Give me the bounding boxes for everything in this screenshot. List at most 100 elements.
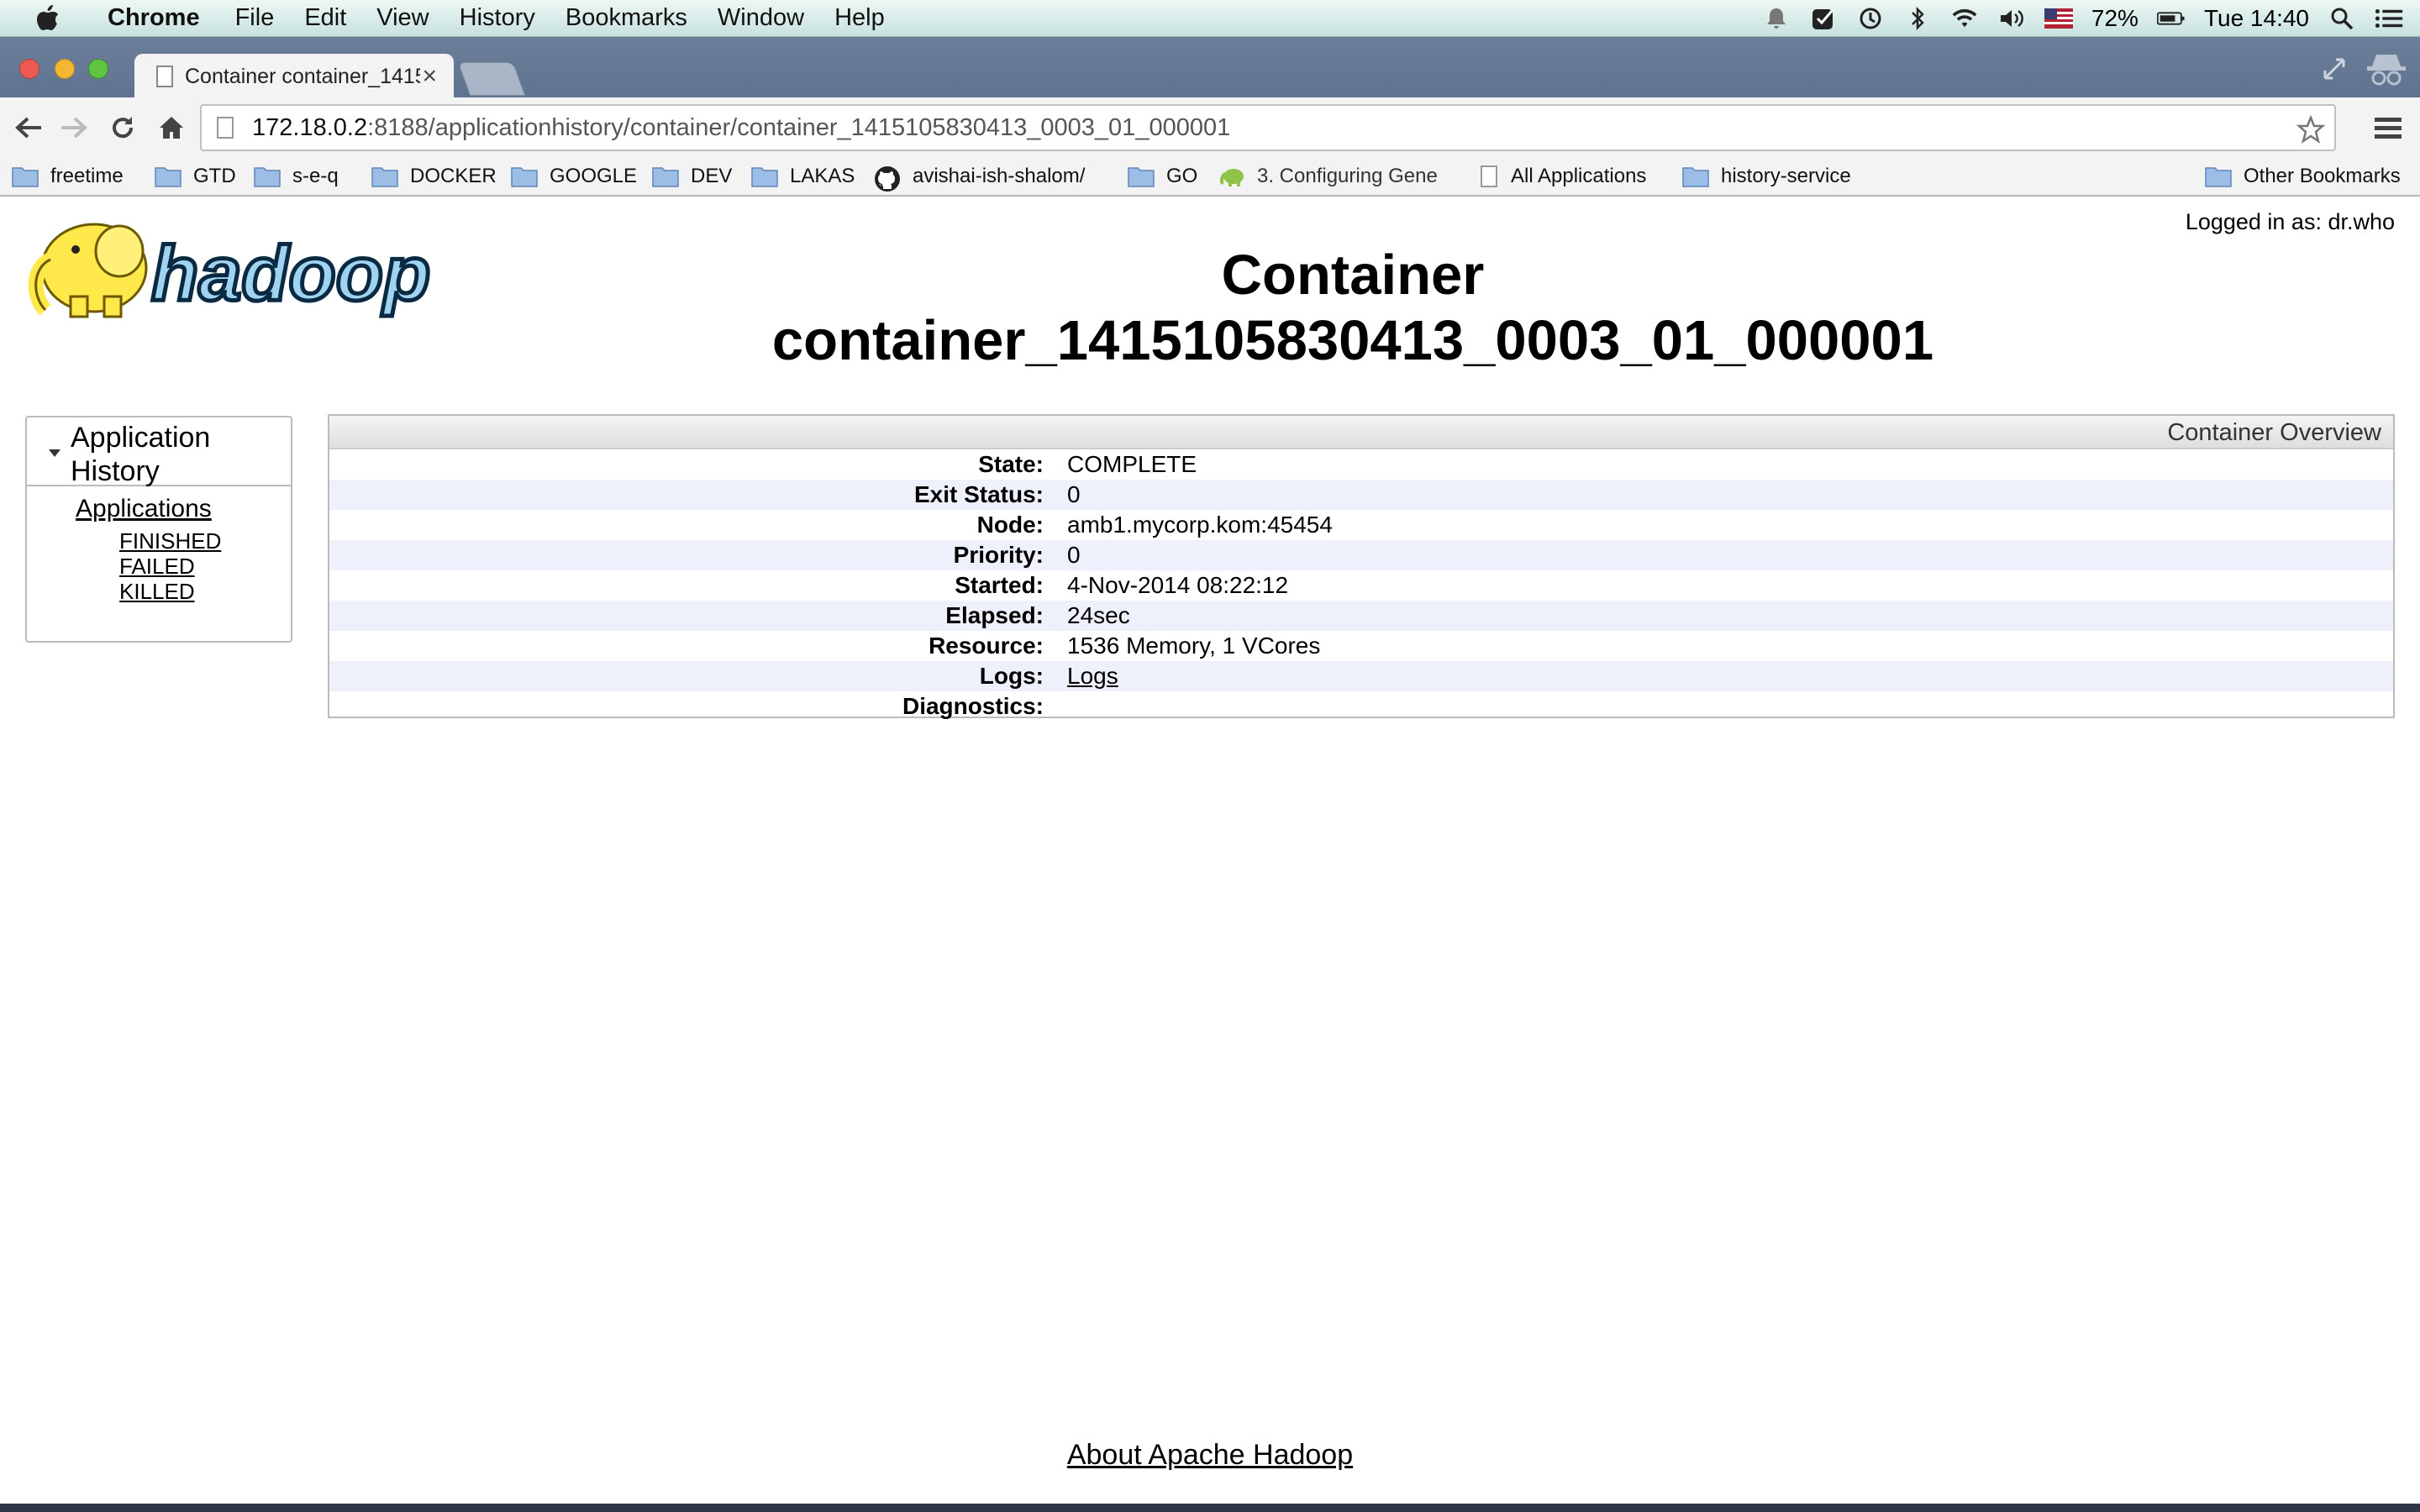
- folder-icon: [254, 165, 281, 187]
- spotlight-search-icon[interactable]: [2328, 4, 2356, 33]
- back-arrow-icon[interactable]: [10, 109, 47, 146]
- window-bottom-edge: [0, 1504, 2420, 1512]
- bookmark-avishai[interactable]: avishai-ish-shalom/: [874, 161, 1085, 192]
- overview-row-exit-status: Exit Status: 0: [329, 480, 2393, 510]
- overview-row-logs: Logs: Logs: [329, 661, 2393, 691]
- wifi-icon[interactable]: [1950, 4, 1979, 33]
- incognito-icon: [2361, 47, 2412, 94]
- bookmark-lakas[interactable]: LAKAS: [751, 161, 855, 192]
- logo-text: hadoop: [151, 231, 430, 317]
- sidebar-link-finished[interactable]: FINISHED: [119, 528, 221, 554]
- page-favicon-icon: [156, 66, 173, 87]
- row-value: amb1.mycorp.kom:45454: [1067, 512, 1333, 538]
- bookmark-google[interactable]: GOOGLE: [511, 161, 637, 192]
- page-title-line1: Container: [1221, 244, 1485, 307]
- browser-toolbar: 172.18.0.2:8188/applicationhistory/conta…: [0, 97, 2420, 158]
- menu-view[interactable]: View: [361, 4, 444, 32]
- tab-close-icon[interactable]: ×: [422, 62, 437, 91]
- notification-center-icon[interactable]: [2375, 4, 2403, 33]
- overview-row-priority: Priority: 0: [329, 540, 2393, 570]
- row-value: COMPLETE: [1067, 451, 1197, 477]
- notification-bell-icon[interactable]: [1762, 4, 1791, 33]
- bookmark-label: DEV: [691, 165, 733, 187]
- new-tab-button[interactable]: [457, 62, 526, 96]
- row-value: 24sec: [1067, 602, 1130, 628]
- hadoop-elephant-icon: [1218, 165, 1245, 187]
- bookmark-all-applications[interactable]: All Applications: [1481, 161, 1646, 192]
- folder-icon: [371, 165, 398, 187]
- sidebar-link-failed[interactable]: FAILED: [119, 554, 195, 580]
- overview-row-started: Started: 4-Nov-2014 08:22:12: [329, 570, 2393, 601]
- bookmark-gtd[interactable]: GTD: [155, 161, 236, 192]
- bookmark-label: GTD: [193, 165, 236, 187]
- about-hadoop-link[interactable]: About Apache Hadoop: [1067, 1439, 1353, 1471]
- chrome-menu-icon[interactable]: [2370, 111, 2407, 144]
- page-icon: [217, 117, 234, 139]
- sidebar-header-label: Application History: [71, 422, 211, 487]
- folder-icon: [2205, 165, 2232, 187]
- url-host: 172.18.0.2: [252, 113, 368, 141]
- menu-history[interactable]: History: [445, 4, 550, 32]
- bookmark-s-e-q[interactable]: s-e-q: [254, 161, 339, 192]
- bookmark-label: freetime: [50, 165, 124, 187]
- menu-file[interactable]: File: [220, 4, 290, 32]
- hadoop-elephant-icon: [28, 223, 148, 318]
- row-key: Exit Status:: [913, 481, 1044, 507]
- menu-bookmarks[interactable]: Bookmarks: [550, 4, 702, 32]
- menu-edit[interactable]: Edit: [289, 4, 361, 32]
- bookmark-label: Other Bookmarks: [2244, 165, 2401, 187]
- apple-icon[interactable]: [32, 3, 64, 34]
- folder-icon: [155, 165, 182, 187]
- menu-window[interactable]: Window: [702, 4, 819, 32]
- overview-row-state: State: COMPLETE: [329, 449, 2393, 480]
- us-flag-icon[interactable]: [2044, 4, 2073, 33]
- sidebar-header[interactable]: Application History: [27, 417, 291, 487]
- container-overview-panel: Container Overview State: COMPLETE Exit S…: [328, 414, 2395, 719]
- bookmark-freetime[interactable]: freetime: [12, 161, 124, 192]
- browser-tab-active[interactable]: Container container_1415105830413_0003_0…: [134, 54, 454, 99]
- row-key: Priority:: [953, 542, 1044, 568]
- bookmark-other[interactable]: Other Bookmarks: [2205, 161, 2401, 192]
- window-minimize-button[interactable]: [55, 59, 75, 79]
- tab-title: Container container_1415105830413_0003_0…: [185, 64, 420, 88]
- home-icon[interactable]: [153, 109, 190, 146]
- url-path: :8188/applicationhistory/container/conta…: [367, 113, 1231, 141]
- bookmark-dev[interactable]: DEV: [652, 161, 732, 192]
- row-key: Started:: [955, 572, 1044, 598]
- battery-icon[interactable]: [2156, 4, 2186, 33]
- reload-icon[interactable]: [104, 109, 141, 146]
- sidebar-navigation: Application History Applications FINISHE…: [25, 416, 292, 643]
- forward-arrow-icon[interactable]: [55, 109, 92, 146]
- bluetooth-icon[interactable]: [1903, 4, 1932, 33]
- row-key: Resource:: [929, 633, 1044, 659]
- window-close-button[interactable]: [19, 59, 39, 79]
- logged-in-label: Logged in as: dr.who: [2185, 209, 2395, 234]
- time-machine-icon[interactable]: [1856, 4, 1885, 33]
- window-zoom-button[interactable]: [88, 59, 108, 79]
- bookmark-go[interactable]: GO: [1128, 161, 1197, 192]
- address-bar[interactable]: 172.18.0.2:8188/applicationhistory/conta…: [200, 104, 2336, 151]
- row-key: State:: [978, 451, 1044, 477]
- logs-link[interactable]: Logs: [1067, 663, 1118, 689]
- menu-extras: 72% Tue 14:40: [1762, 0, 2403, 37]
- bookmark-star-icon[interactable]: [2294, 113, 2328, 146]
- menu-help[interactable]: Help: [819, 4, 900, 32]
- bookmark-history-service[interactable]: history-service: [1682, 161, 1851, 192]
- menu-chrome[interactable]: Chrome: [92, 4, 220, 32]
- collapse-triangle-icon[interactable]: [49, 449, 60, 457]
- sidebar-link-killed[interactable]: KILLED: [119, 579, 195, 605]
- volume-icon[interactable]: [1997, 4, 2026, 33]
- overview-row-resource: Resource: 1536 Memory, 1 VCores: [329, 631, 2393, 661]
- bookmark-configuring[interactable]: 3. Configuring Gene: [1218, 161, 1438, 192]
- overview-row-elapsed: Elapsed: 24sec: [329, 601, 2393, 631]
- battery-percent[interactable]: 72%: [2091, 5, 2139, 32]
- github-icon: [874, 165, 901, 192]
- container-overview-header: Container Overview: [329, 416, 2393, 449]
- checkmark-app-icon[interactable]: [1809, 4, 1838, 33]
- folder-icon: [1682, 165, 1709, 187]
- folder-icon: [1128, 165, 1155, 187]
- fullscreen-icon[interactable]: [2317, 52, 2351, 86]
- sidebar-link-applications[interactable]: Applications: [76, 495, 212, 523]
- bookmark-docker[interactable]: DOCKER: [371, 161, 497, 192]
- clock[interactable]: Tue 14:40: [2204, 5, 2309, 32]
